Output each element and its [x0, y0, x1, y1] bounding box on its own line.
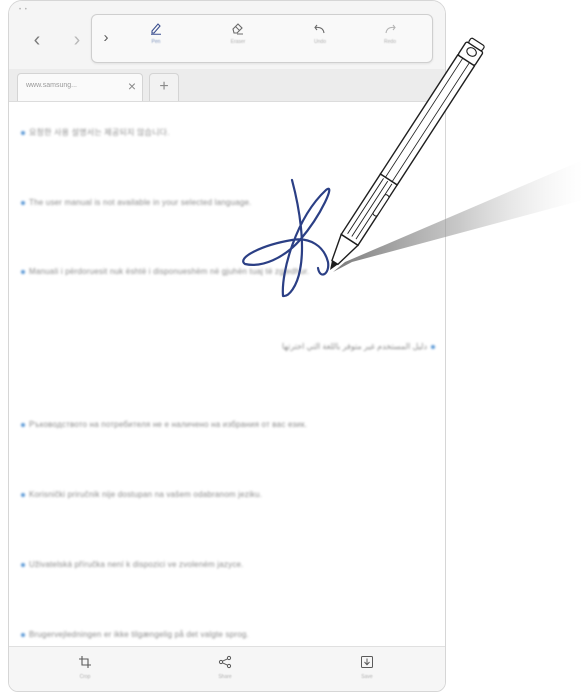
bullet-icon	[21, 492, 25, 497]
content-line-text: Ръководството на потребителя не е наличе…	[29, 420, 308, 429]
save-label: Save	[361, 674, 373, 680]
bottom-action-bar: Crop Share Save	[9, 646, 445, 691]
share-button[interactable]: Share	[200, 655, 250, 689]
crop-button[interactable]: Crop	[60, 655, 110, 689]
redo-button[interactable]: Redo	[368, 21, 412, 57]
toolbar-expand-button[interactable]: ›	[98, 29, 114, 47]
pen-icon	[151, 23, 161, 35]
content-line: The user manual is not available in your…	[21, 198, 252, 207]
eraser-tool-label: Eraser	[230, 39, 246, 45]
redo-label: Redo	[384, 39, 396, 45]
redo-icon	[385, 24, 396, 34]
content-line-text: 요청한 사용 설명서는 제공되지 않습니다.	[29, 128, 170, 137]
content-line: 요청한 사용 설명서는 제공되지 않습니다.	[21, 127, 170, 138]
browser-top-bar: • • ‹ › › Pen Eraser Undo Redo	[9, 1, 445, 69]
share-icon	[218, 655, 232, 669]
forward-button[interactable]: ›	[67, 29, 87, 51]
content-line: Manuali i përdoruesit nuk është i dispon…	[21, 267, 309, 276]
bullet-icon	[21, 130, 25, 135]
save-button[interactable]: Save	[342, 655, 392, 689]
back-button[interactable]: ‹	[27, 29, 47, 51]
content-line: Ръководството на потребителя не е наличе…	[21, 420, 307, 429]
tab-close-button[interactable]: ×	[128, 78, 136, 94]
share-label: Share	[218, 674, 232, 680]
bullet-icon	[21, 562, 25, 567]
content-line: Brugervejledningen er ikke tilgængelig p…	[21, 630, 249, 639]
new-tab-button[interactable]: +	[149, 73, 179, 101]
content-line-text: Korisnički priručnik nije dostupan na va…	[29, 490, 263, 499]
tablet-screen: • • ‹ › › Pen Eraser Undo Redo www.samsu…	[8, 0, 446, 692]
pen-tool-label: Pen	[151, 39, 161, 45]
undo-label: Undo	[314, 39, 326, 45]
crop-icon	[79, 656, 91, 668]
tab-current[interactable]: www.samsung... ×	[17, 73, 143, 101]
save-icon	[361, 656, 373, 668]
undo-button[interactable]: Undo	[298, 21, 342, 57]
bullet-icon	[431, 344, 435, 349]
content-line: دليل المستخدم غير متوفر باللغة التي اختر…	[282, 342, 435, 351]
content-line-text: Manuali i përdoruesit nuk është i dispon…	[29, 267, 310, 276]
bullet-icon	[21, 632, 25, 637]
crop-label: Crop	[79, 674, 91, 680]
eraser-icon	[232, 23, 243, 35]
bullet-icon	[21, 422, 25, 427]
content-line-text: دليل المستخدم غير متوفر باللغة التي اختر…	[281, 342, 427, 351]
tab-title: www.samsung...	[26, 82, 77, 89]
content-line-text: Brugervejledningen er ikke tilgængelig p…	[29, 630, 249, 639]
content-line-text: The user manual is not available in your…	[29, 198, 252, 207]
eraser-tool-button[interactable]: Eraser	[216, 21, 260, 57]
drawing-toolbar: › Pen Eraser Undo Redo	[91, 14, 433, 63]
undo-icon	[314, 24, 325, 34]
content-line: Uživatelská příručka není k dispozici ve…	[21, 560, 244, 569]
tab-strip: www.samsung... × +	[9, 69, 445, 102]
bullet-icon	[21, 269, 25, 274]
content-line-text: Uživatelská příručka není k dispozici ve…	[29, 560, 244, 569]
illustration-canvas: • • ‹ › › Pen Eraser Undo Redo www.samsu…	[0, 0, 583, 693]
content-line: Korisnički priručnik nije dostupan na va…	[21, 490, 262, 499]
web-page-content: 요청한 사용 설명서는 제공되지 않습니다. The user manual i…	[9, 102, 445, 646]
bullet-icon	[21, 200, 25, 205]
pen-tool-button[interactable]: Pen	[134, 21, 178, 57]
status-indicators: • •	[19, 7, 28, 13]
